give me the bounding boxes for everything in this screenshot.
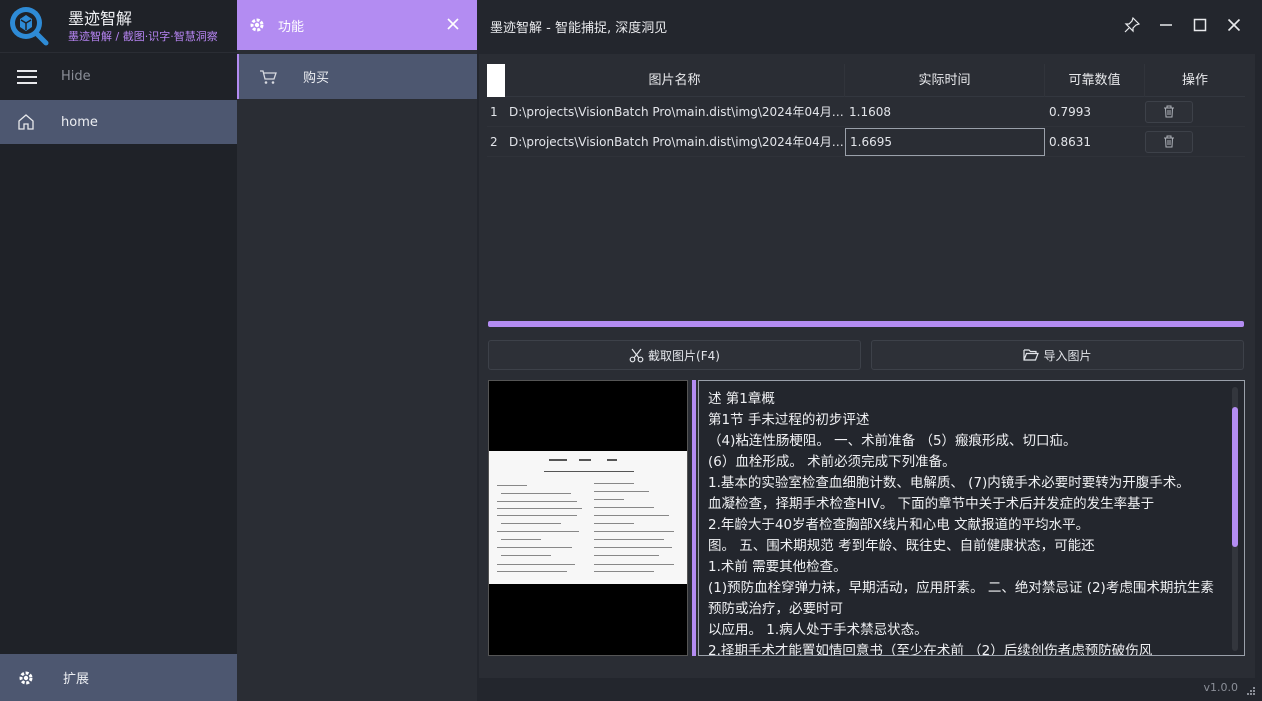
row-index: 2 <box>490 134 498 149</box>
hamburger-icon <box>17 69 37 84</box>
table-row[interactable]: 2 D:\projects\VisionBatch Pro\main.dist\… <box>487 127 1245 157</box>
scrollbar-thumb[interactable] <box>1232 407 1238 547</box>
ocr-line: 预防或治疗，必要时可 <box>708 601 843 617</box>
close-panel-button[interactable] <box>445 16 461 32</box>
maximize-button[interactable] <box>1192 16 1208 34</box>
function-panel: 功能 购买 <box>237 0 477 701</box>
gear-icon <box>250 18 264 32</box>
cell-action <box>1145 97 1245 127</box>
sidebar: 墨迹智解 墨迹智解 / 截图·识字·智慧洞察 Hide home 扩展 <box>0 0 237 701</box>
ocr-line: 述 第1章概 <box>708 391 775 407</box>
cell-confidence[interactable]: 0.7993 <box>1045 97 1145 127</box>
table-row[interactable]: 1 D:\projects\VisionBatch Pro\main.dist\… <box>487 97 1245 127</box>
minimize-icon <box>1160 24 1172 26</box>
version-label: v1.0.0 <box>1203 681 1239 694</box>
resize-grip-icon[interactable] <box>1246 685 1256 695</box>
cart-icon <box>260 69 277 84</box>
import-button[interactable]: 导入图片 <box>871 340 1244 370</box>
ocr-line: (1)预防血栓穿弹力袜，早期活动，应用肝素。 二、绝对禁忌证 (2)考虑围术期抗… <box>708 580 1214 596</box>
cell-confidence[interactable]: 0.8631 <box>1045 127 1145 157</box>
select-all-corner[interactable] <box>487 63 505 97</box>
capture-button-label: 截取图片(F4) <box>648 348 720 363</box>
ocr-text-content[interactable]: 述 第1章概第1节 手未过程的初步评述 （4)粘连性肠梗阻。 一、术前准备 （5）… <box>699 381 1244 656</box>
ocr-scrollbar[interactable] <box>1232 387 1238 651</box>
delete-row-button[interactable] <box>1145 130 1193 153</box>
ocr-line: （4)粘连性肠梗阻。 一、术前准备 （5）瘢痕形成、切口疝。 <box>708 433 1077 449</box>
sidebar-item-label: 扩展 <box>63 672 90 687</box>
pin-button[interactable] <box>1124 16 1140 34</box>
minimize-button[interactable] <box>1158 16 1174 34</box>
ocr-line: 1.基本的实验室检查血细胞计数、电解质、 (7)内镜手术必要时要转为开腹手术。 <box>708 475 1190 491</box>
close-icon <box>1227 18 1241 32</box>
close-window-button[interactable] <box>1226 16 1242 34</box>
panel-item-buy[interactable]: 购买 <box>237 54 477 99</box>
ocr-line: 图。 五、围术期规范 考到年龄、既往史、自前健康状态，可能还 <box>708 538 1095 554</box>
function-panel-title: 功能 <box>278 19 305 35</box>
column-header-confidence[interactable]: 可靠数值 <box>1045 63 1145 97</box>
ocr-line: 2.年龄大于40岁者检查胸部X线片和心电 文献报道的平均水平。 <box>708 517 1090 533</box>
ocr-line: (6）血栓形成。 术前必须完成下列准备。 <box>708 454 956 470</box>
app-name: 墨迹智解 <box>68 8 133 28</box>
ocr-line: 2.择期手术才能置如情回意书（至少在术前 （2）后续创伤者虑预防破伤风 <box>708 643 1153 656</box>
close-icon <box>447 18 459 30</box>
pin-icon <box>1124 17 1140 33</box>
app-logo-icon <box>8 5 50 47</box>
ocr-line: 以应用。 1.病人处于手术禁忌状态。 <box>708 622 928 638</box>
maximize-icon <box>1193 18 1207 32</box>
brand: 墨迹智解 墨迹智解 / 截图·识字·智慧洞察 <box>0 0 237 52</box>
home-icon <box>18 114 34 130</box>
row-index: 1 <box>490 104 498 119</box>
preview-splitter[interactable] <box>692 380 696 656</box>
function-panel-header: 功能 <box>237 0 477 50</box>
hide-label: Hide <box>61 69 91 84</box>
capture-button[interactable]: 截取图片(F4) <box>488 340 861 370</box>
cell-action <box>1145 127 1245 157</box>
sidebar-item-label: home <box>61 114 98 130</box>
main-area: 墨迹智解 - 智能捕捉, 深度洞见 图片名称 实际时间 可靠数值 操作 1 D:… <box>477 0 1262 701</box>
image-preview <box>488 380 688 656</box>
column-header-action[interactable]: 操作 <box>1145 64 1245 97</box>
ocr-result-text[interactable]: 述 第1章概第1节 手未过程的初步评述 （4)粘连性肠梗阻。 一、术前准备 （5）… <box>698 380 1245 656</box>
trash-icon <box>1164 135 1174 148</box>
folder-open-icon <box>1023 349 1040 361</box>
delete-row-button[interactable] <box>1145 100 1193 123</box>
progress-fill <box>488 321 1244 327</box>
window-title: 墨迹智解 - 智能捕捉, 深度洞见 <box>490 20 668 36</box>
results-table: 图片名称 实际时间 可靠数值 操作 1 D:\projects\VisionBa… <box>487 63 1245 309</box>
cell-name[interactable]: D:\projects\VisionBatch Pro\main.dist\im… <box>505 97 845 127</box>
trash-icon <box>1164 105 1174 118</box>
column-header-name[interactable]: 图片名称 <box>505 63 845 97</box>
cell-name[interactable]: D:\projects\VisionBatch Pro\main.dist\im… <box>505 127 845 157</box>
ocr-line: 血凝检查，择期手术检查HIV。 下面的章节中关于术后并发症的发生率基于 <box>708 496 1155 512</box>
panel-item-label: 购买 <box>303 71 330 86</box>
column-header-time[interactable]: 实际时间 <box>845 63 1045 97</box>
ocr-line: 1.术前 需要其他检查。 <box>708 559 847 575</box>
hide-menu-button[interactable]: Hide <box>0 52 237 100</box>
ocr-line: 第1节 手未过程的初步评述 <box>708 412 870 428</box>
sidebar-item-extend[interactable]: 扩展 <box>0 654 237 701</box>
document-thumbnail <box>489 451 687 584</box>
scissors-icon <box>629 348 644 362</box>
sidebar-item-home[interactable]: home <box>0 100 237 144</box>
import-button-label: 导入图片 <box>1043 348 1092 363</box>
cell-time-editing[interactable]: 1.6695 <box>845 127 1045 156</box>
progress-bar <box>488 321 1244 327</box>
table-header: 图片名称 实际时间 可靠数值 操作 <box>487 63 1245 97</box>
cell-time[interactable]: 1.1608 <box>845 97 1045 127</box>
content-area: 图片名称 实际时间 可靠数值 操作 1 D:\projects\VisionBa… <box>479 54 1255 678</box>
title-bar: 墨迹智解 - 智能捕捉, 深度洞见 <box>477 0 1262 52</box>
app-slogan: 墨迹智解 / 截图·识字·智慧洞察 <box>68 29 218 43</box>
gear-icon <box>19 671 33 684</box>
